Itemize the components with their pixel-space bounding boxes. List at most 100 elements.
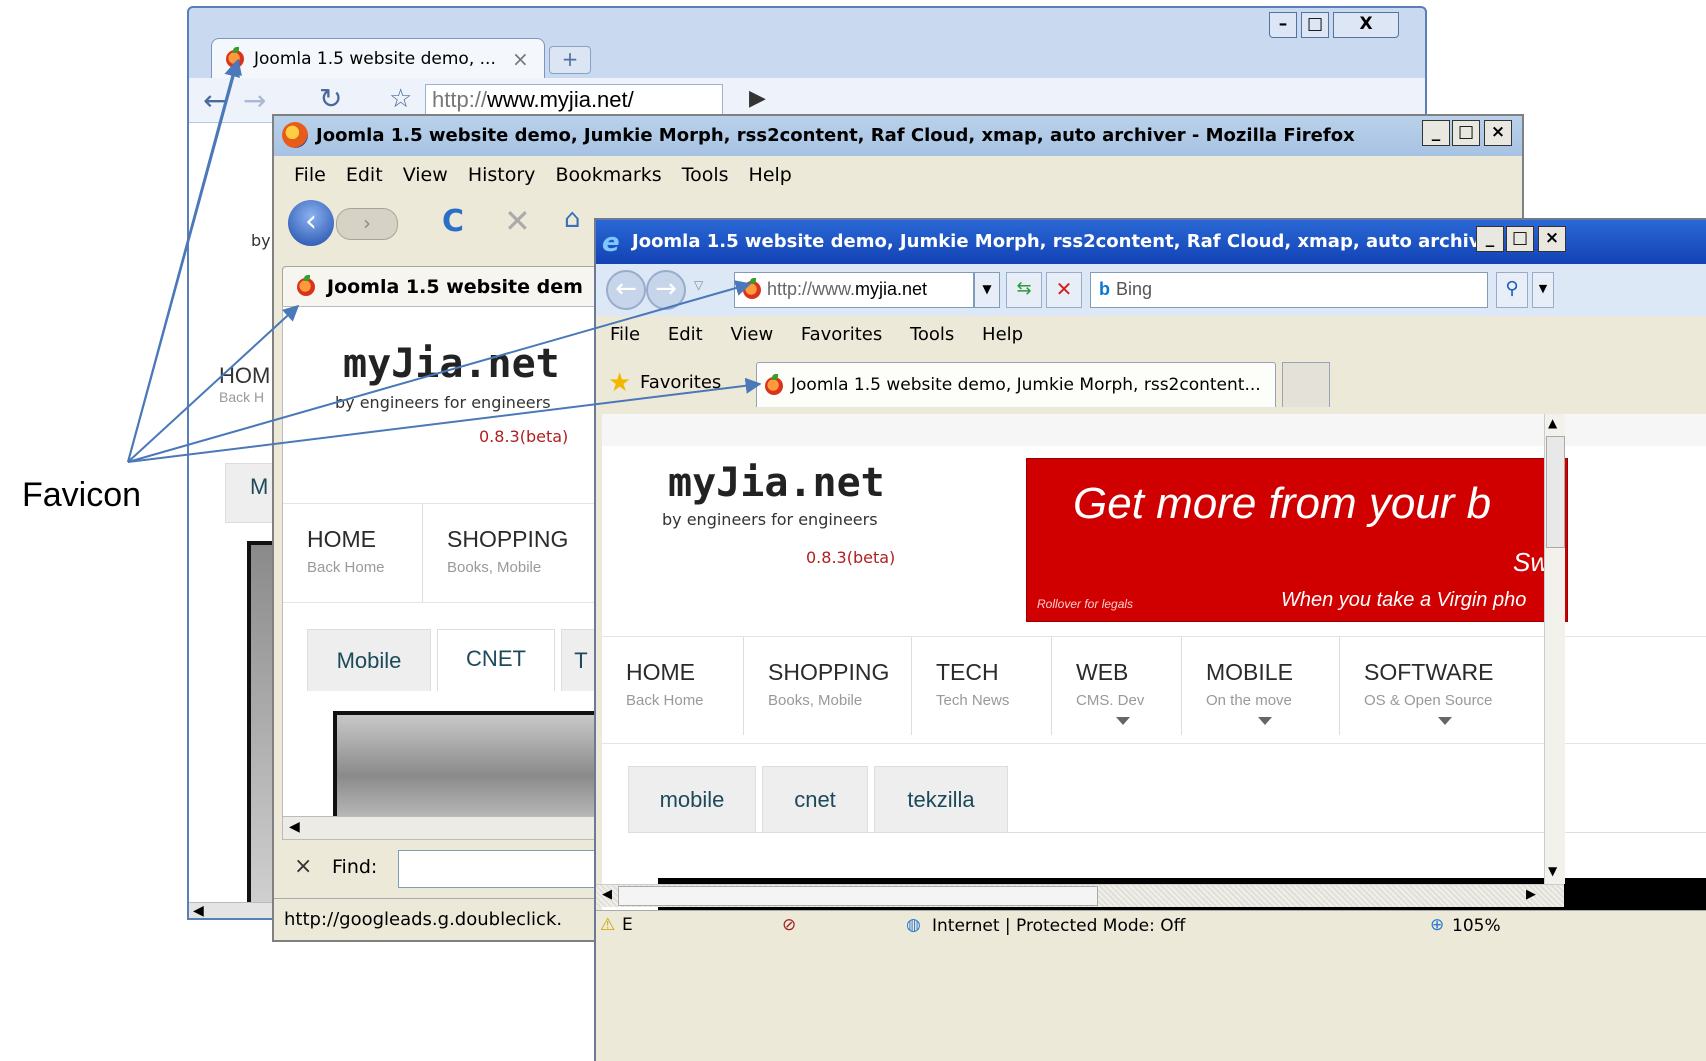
ie-scroll-left-icon[interactable]: ◀: [602, 887, 612, 902]
ie-address-domain: myjia.net: [855, 279, 928, 299]
firefox-forward-icon[interactable]: ›: [336, 208, 398, 240]
ie-address-prefix: http://www.: [767, 279, 856, 299]
ie-menu-tools[interactable]: Tools: [910, 324, 954, 345]
reload-icon[interactable]: ↻: [319, 82, 342, 115]
ie-nav-home-sub: Back Home: [626, 692, 704, 709]
ie-favorites-label[interactable]: Favorites: [640, 372, 721, 393]
firefox-nav-home[interactable]: HOME Back Home: [283, 504, 423, 602]
ie-ad-banner[interactable]: Get more from your b Sw Rollover for leg…: [1026, 458, 1568, 622]
go-icon[interactable]: ▶: [749, 86, 766, 111]
firefox-logo-icon: [282, 122, 308, 148]
ie-nav-shopping[interactable]: SHOPPING Books, Mobile: [744, 637, 912, 735]
forward-icon[interactable]: →: [243, 84, 266, 117]
ie-nav-shopping-sub: Books, Mobile: [768, 692, 863, 709]
ie-hscrollbar[interactable]: ◀ ▶: [596, 884, 1564, 907]
maximize-button[interactable]: □: [1301, 12, 1329, 38]
ie-tab-tekzilla[interactable]: tekzilla: [874, 766, 1008, 832]
ie-site-logo: myJia.net: [668, 460, 885, 506]
ie-nav-mobile-title: MOBILE: [1206, 659, 1293, 685]
favorites-star-icon[interactable]: ★: [608, 368, 631, 398]
firefox-tab[interactable]: Joomla 1.5 website dem: [282, 266, 614, 307]
firefox-menu-history[interactable]: History: [468, 164, 536, 186]
chrome-address-bar[interactable]: http://www.myjia.net/: [425, 84, 723, 118]
ie-vscroll-thumb[interactable]: [1546, 436, 1565, 548]
ie-search-box[interactable]: b Bing: [1090, 272, 1488, 308]
star-icon[interactable]: ☆: [389, 84, 412, 114]
close-button[interactable]: X: [1333, 12, 1399, 38]
tab-close-icon[interactable]: ×: [512, 47, 529, 71]
ie-nav-web[interactable]: WEB CMS. Dev: [1052, 637, 1182, 735]
ie-nav-home-title: HOME: [626, 659, 695, 685]
firefox-home-icon[interactable]: ⌂: [564, 204, 581, 234]
firefox-menu-view[interactable]: View: [403, 164, 448, 186]
firefox-reload-icon[interactable]: C: [442, 204, 464, 239]
ie-menu-file[interactable]: File: [610, 324, 640, 345]
firefox-menu-file[interactable]: File: [294, 164, 326, 186]
scroll-left-icon[interactable]: ◀: [193, 903, 204, 918]
ie-search-dropdown-icon[interactable]: ▼: [1532, 272, 1554, 308]
firefox-video-frame: [333, 711, 607, 829]
ie-search-icon[interactable]: ⚲: [1496, 272, 1528, 308]
ie-minimize-button[interactable]: _: [1476, 226, 1504, 252]
ie-address-dropdown[interactable]: ▼: [974, 272, 1000, 308]
ie-stop-icon[interactable]: ✕: [1046, 272, 1082, 308]
ie-nav-tech[interactable]: TECH Tech News: [912, 637, 1052, 735]
find-close-icon[interactable]: ×: [294, 854, 312, 879]
chrome-url-prefix: http://: [432, 87, 488, 112]
ie-menu-view[interactable]: View: [730, 324, 773, 345]
ie-tab-mobile-label: mobile: [659, 787, 725, 812]
firefox-nav-shopping[interactable]: SHOPPING Books, Mobile: [423, 504, 593, 602]
firefox-close-button[interactable]: ×: [1484, 120, 1512, 146]
ie-tab-cnet-label: cnet: [794, 787, 836, 812]
firefox-menu-tools[interactable]: Tools: [682, 164, 729, 186]
ie-tab[interactable]: Joomla 1.5 website demo, Jumkie Morph, r…: [756, 362, 1276, 407]
minimize-button[interactable]: –: [1269, 12, 1297, 38]
ie-new-tab-button[interactable]: [1282, 362, 1330, 407]
scroll-down-icon[interactable]: ▼: [1548, 864, 1557, 878]
firefox-back-icon[interactable]: ‹: [288, 200, 334, 246]
ie-zoom-level[interactable]: 105%: [1452, 916, 1501, 936]
ie-ad-legal[interactable]: Rollover for legals: [1037, 597, 1133, 611]
ie-tab-cnet[interactable]: cnet: [762, 766, 868, 832]
firefox-maximize-button[interactable]: □: [1452, 120, 1480, 146]
ie-site-version: 0.8.3(beta): [806, 548, 896, 567]
firefox-menu-edit[interactable]: Edit: [346, 164, 383, 186]
firefox-tab-mobile[interactable]: Mobile: [307, 629, 431, 691]
ie-refresh-icon[interactable]: ⇆: [1006, 272, 1042, 308]
ie-forward-icon[interactable]: →: [646, 270, 686, 310]
ie-scroll-right-icon[interactable]: ▶: [1526, 887, 1536, 902]
chrome-nav-home-sub: Back H: [219, 389, 265, 405]
ie-nav-home[interactable]: HOME Back Home: [602, 637, 744, 735]
ie-hscroll-thumb[interactable]: [618, 886, 1098, 906]
ie-tab-title: Joomla 1.5 website demo, Jumkie Morph, r…: [791, 375, 1261, 395]
back-icon[interactable]: ←: [203, 84, 226, 117]
ie-close-button[interactable]: ×: [1538, 226, 1566, 252]
ie-maximize-button[interactable]: □: [1506, 226, 1534, 252]
ie-nav-software[interactable]: SOFTWARE OS & Open Source: [1340, 637, 1540, 735]
firefox-tab-cnet[interactable]: CNET: [437, 629, 555, 691]
ie-tab-mobile[interactable]: mobile: [628, 766, 756, 832]
ie-window-controls: _ □ ×: [1476, 222, 1586, 258]
firefox-menu-bookmarks[interactable]: Bookmarks: [555, 164, 661, 186]
find-label: Find:: [332, 856, 378, 878]
firefox-scroll-left-icon[interactable]: ◀: [289, 819, 300, 835]
ie-back-icon[interactable]: ←: [606, 270, 646, 310]
new-tab-button[interactable]: +: [549, 46, 591, 74]
firefox-site-tagline: by engineers for engineers: [335, 393, 551, 412]
ie-menu-help[interactable]: Help: [982, 324, 1023, 345]
ie-nav-mobile[interactable]: MOBILE On the move: [1182, 637, 1340, 735]
ie-menu-edit[interactable]: Edit: [668, 324, 703, 345]
chrome-site-by: by: [251, 231, 271, 250]
ie-address-bar[interactable]: http://www.myjia.net: [734, 272, 974, 308]
firefox-minimize-button[interactable]: _: [1422, 120, 1450, 146]
firefox-menu-help[interactable]: Help: [749, 164, 792, 186]
firefox-stop-icon[interactable]: ✕: [504, 202, 531, 240]
chrome-tab[interactable]: Joomla 1.5 website demo, ... ×: [211, 38, 545, 79]
ie-menu-favorites[interactable]: Favorites: [801, 324, 882, 345]
ie-statusbar: ⚠ E ⊘ ◍ Internet | Protected Mode: Off ⊕…: [596, 910, 1706, 943]
ie-vscrollbar[interactable]: ▲ ▼: [1544, 414, 1565, 884]
scroll-up-icon[interactable]: ▲: [1548, 416, 1557, 430]
chrome-nav-home[interactable]: HOM Back H: [219, 363, 270, 405]
ie-history-dropdown-icon[interactable]: ▽: [694, 278, 703, 292]
ie-tab-favicon-icon: [765, 374, 783, 395]
